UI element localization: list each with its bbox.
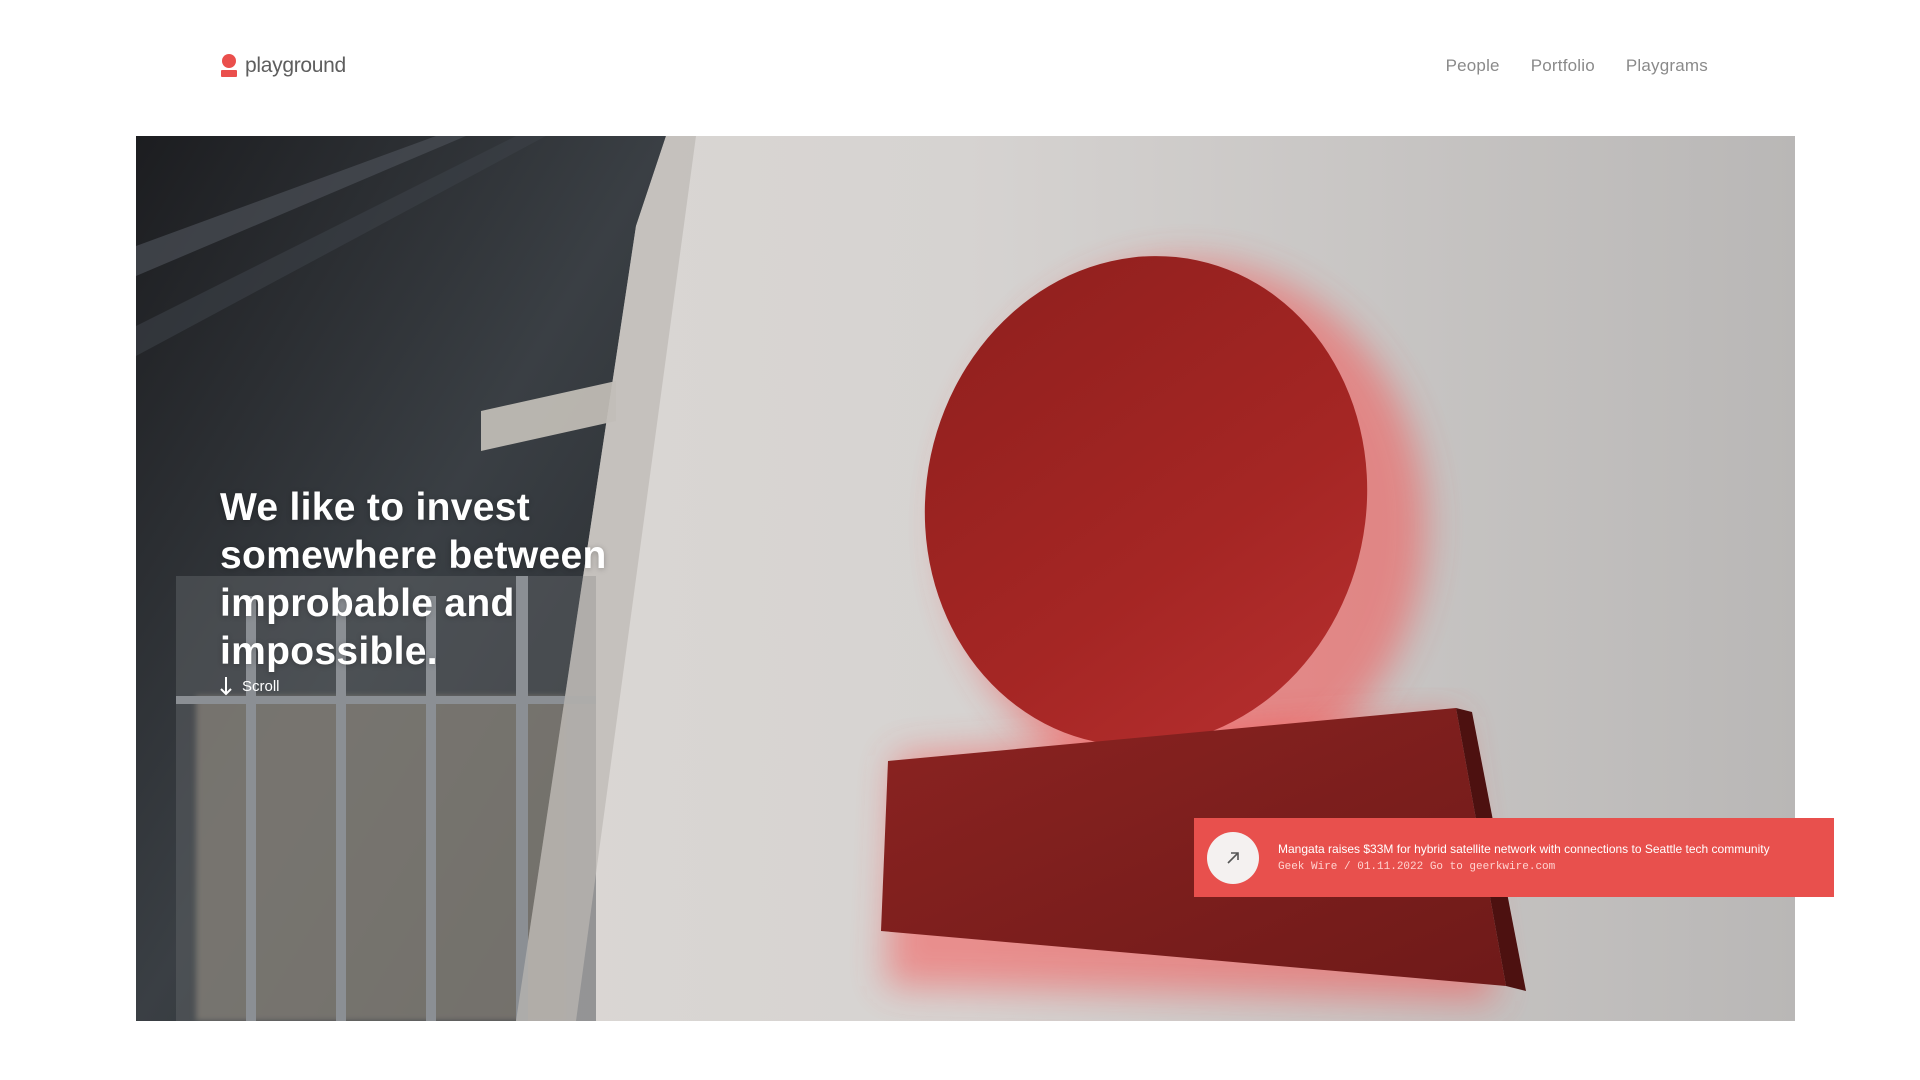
news-card[interactable]: Mangata raises $33M for hybrid satellite…	[1194, 818, 1834, 897]
nav-item-people[interactable]: People	[1446, 56, 1500, 76]
nav-item-playgrams[interactable]: Playgrams	[1626, 56, 1708, 76]
logo-text: playground	[245, 54, 346, 77]
site-header: playground People Portfolio Playgrams	[0, 0, 1920, 136]
nav-item-portfolio[interactable]: Portfolio	[1531, 56, 1595, 76]
logo-mark-icon	[221, 54, 237, 78]
arrow-down-icon	[220, 676, 232, 696]
news-meta: Geek Wire / 01.11.2022 Go to geerkwire.c…	[1278, 861, 1556, 873]
main-nav: People Portfolio Playgrams	[1446, 56, 1708, 76]
news-title: Mangata raises $33M for hybrid satellite…	[1278, 842, 1770, 856]
scroll-link[interactable]: Scroll	[220, 676, 280, 696]
hero-headline: We like to invest somewhere between impr…	[220, 486, 607, 674]
arrow-up-right-icon	[1207, 831, 1259, 884]
news-text: Mangata raises $33M for hybrid satellite…	[1278, 842, 1770, 873]
scroll-label: Scroll	[242, 677, 280, 695]
logo-link[interactable]: playground	[221, 54, 346, 78]
